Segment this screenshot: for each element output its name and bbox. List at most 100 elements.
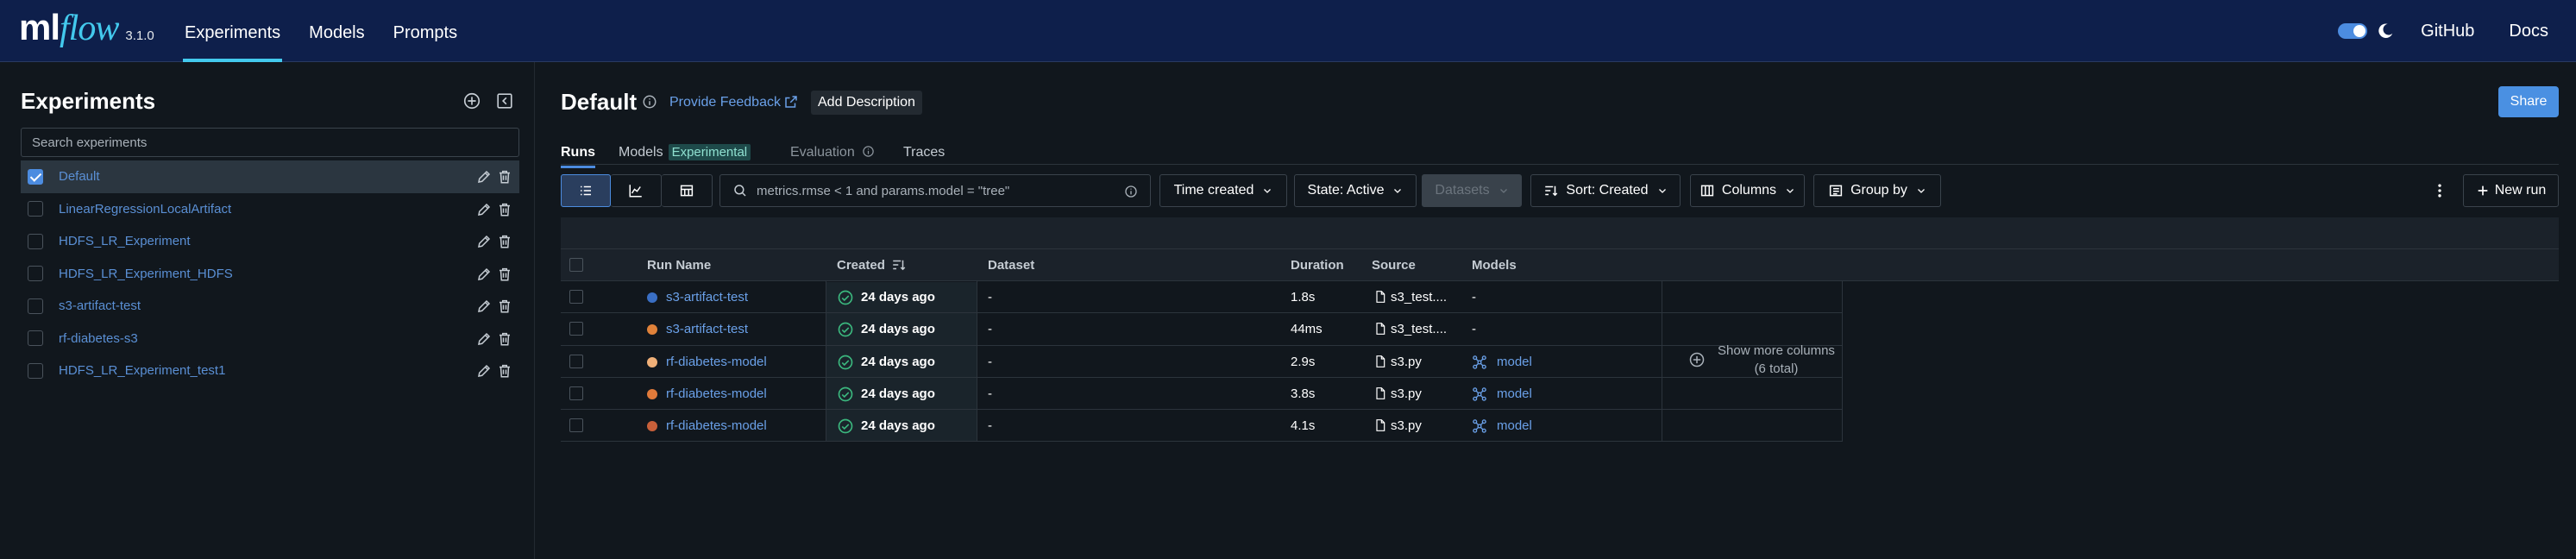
run-name-link[interactable]: rf-diabetes-model: [666, 418, 767, 433]
show-more-columns-button[interactable]: Show more columns (6 total): [1688, 342, 1837, 378]
new-run-button[interactable]: New run: [2463, 174, 2559, 207]
nav-models[interactable]: Models: [309, 0, 364, 62]
experiment-row[interactable]: LinearRegressionLocalArtifact: [21, 193, 519, 226]
tab-traces[interactable]: Traces: [903, 145, 945, 160]
time-created-dropdown[interactable]: Time created: [1159, 174, 1287, 207]
experiment-name[interactable]: rf-diabetes-s3: [59, 331, 138, 346]
experiment-row[interactable]: rf-diabetes-s3: [21, 323, 519, 355]
edit-icon[interactable]: [476, 169, 492, 185]
experiment-checkbox[interactable]: [28, 298, 43, 314]
row-checkbox[interactable]: [569, 386, 583, 400]
experiment-checkbox[interactable]: [28, 266, 43, 282]
run-source[interactable]: s3.py: [1391, 386, 1422, 401]
row-checkbox[interactable]: [569, 354, 583, 368]
select-all-checkbox[interactable]: [569, 258, 583, 272]
experiment-row[interactable]: s3-artifact-test: [21, 290, 519, 323]
table-row[interactable]: s3-artifact-test 24 days ago - 1.8s s3_test.…: [561, 281, 1842, 314]
run-color-dot[interactable]: [647, 324, 657, 336]
run-color-dot[interactable]: [647, 388, 657, 399]
info-icon[interactable]: [642, 94, 657, 110]
header-models[interactable]: Models: [1472, 258, 1517, 273]
edit-icon[interactable]: [476, 234, 492, 249]
edit-icon[interactable]: [476, 331, 492, 347]
filter-info-icon[interactable]: [1124, 185, 1138, 198]
edit-icon[interactable]: [476, 202, 492, 217]
experiment-checkbox[interactable]: [28, 201, 43, 217]
nav-prompts[interactable]: Prompts: [393, 0, 457, 62]
run-color-dot[interactable]: [647, 356, 657, 367]
group-by-dropdown[interactable]: Group by: [1813, 174, 1941, 207]
table-row[interactable]: rf-diabetes-model 24 days ago - 2.9s s3.py mo…: [561, 346, 1842, 378]
table-row[interactable]: rf-diabetes-model 24 days ago - 4.1s s3.py mo…: [561, 410, 1842, 443]
experiment-row[interactable]: HDFS_LR_Experiment_HDFS: [21, 258, 519, 291]
trash-icon[interactable]: [497, 298, 512, 314]
header-duration[interactable]: Duration: [1291, 258, 1344, 273]
run-source[interactable]: s3.py: [1391, 355, 1422, 369]
trash-icon[interactable]: [497, 363, 512, 379]
add-description-button[interactable]: Add Description: [811, 91, 922, 115]
chart-view-button[interactable]: [611, 174, 662, 207]
run-model-link[interactable]: model: [1497, 355, 1532, 369]
header-created[interactable]: Created: [837, 258, 885, 273]
trash-icon[interactable]: [497, 202, 512, 217]
experiment-checkbox[interactable]: [28, 233, 43, 249]
experiment-checkbox[interactable]: [28, 168, 43, 185]
header-source[interactable]: Source: [1372, 258, 1416, 273]
experiment-checkbox[interactable]: [28, 362, 43, 379]
collapse-sidebar-icon[interactable]: [495, 91, 514, 110]
sort-dropdown[interactable]: Sort: Created: [1530, 174, 1681, 207]
row-checkbox[interactable]: [569, 418, 583, 433]
nav-experiments[interactable]: Experiments: [182, 0, 283, 62]
experiment-name[interactable]: HDFS_LR_Experiment_HDFS: [59, 267, 233, 281]
run-source[interactable]: s3_test....: [1391, 290, 1447, 305]
state-dropdown[interactable]: State: Active: [1294, 174, 1417, 207]
provide-feedback-link[interactable]: Provide Feedback: [669, 95, 781, 110]
columns-dropdown[interactable]: Columns: [1690, 174, 1805, 207]
experiment-name[interactable]: HDFS_LR_Experiment: [59, 234, 191, 248]
search-experiments-input[interactable]: [21, 128, 519, 157]
run-name-link[interactable]: s3-artifact-test: [666, 322, 748, 336]
trash-icon[interactable]: [497, 169, 512, 185]
github-link[interactable]: GitHub: [2421, 22, 2474, 41]
trash-icon[interactable]: [497, 331, 512, 347]
edit-icon[interactable]: [476, 298, 492, 314]
experiment-checkbox[interactable]: [28, 330, 43, 347]
experiment-name[interactable]: HDFS_LR_Experiment_test1: [59, 363, 225, 378]
trash-icon[interactable]: [497, 234, 512, 249]
sort-descending-icon[interactable]: [891, 257, 907, 273]
experiment-name[interactable]: Default: [59, 169, 100, 184]
header-run-name[interactable]: Run Name: [647, 258, 711, 273]
run-source[interactable]: s3_test....: [1391, 322, 1447, 336]
run-name-link[interactable]: rf-diabetes-model: [666, 386, 767, 401]
experiment-row[interactable]: HDFS_LR_Experiment: [21, 225, 519, 258]
run-color-dot[interactable]: [647, 421, 657, 432]
docs-link[interactable]: Docs: [2509, 22, 2548, 41]
trash-icon[interactable]: [497, 267, 512, 282]
experiment-name[interactable]: LinearRegressionLocalArtifact: [59, 202, 231, 217]
list-view-button[interactable]: [561, 174, 611, 207]
run-color-dot[interactable]: [647, 292, 657, 303]
edit-icon[interactable]: [476, 363, 492, 379]
runs-search-input[interactable]: [757, 183, 1119, 198]
run-model-link[interactable]: model: [1497, 418, 1532, 433]
kebab-menu-icon[interactable]: [2431, 182, 2448, 199]
tab-models[interactable]: Models Experimental: [619, 144, 751, 160]
run-source[interactable]: s3.py: [1391, 418, 1422, 433]
table-row[interactable]: rf-diabetes-model 24 days ago - 3.8s s3.py mo…: [561, 378, 1842, 411]
tab-runs[interactable]: Runs: [561, 145, 595, 168]
row-checkbox[interactable]: [569, 322, 583, 336]
edit-icon[interactable]: [476, 267, 492, 282]
tab-evaluation[interactable]: Evaluation: [790, 145, 875, 160]
dark-mode-toggle[interactable]: [2338, 23, 2368, 39]
run-name-link[interactable]: rf-diabetes-model: [666, 355, 767, 369]
header-dataset[interactable]: Dataset: [988, 258, 1034, 273]
experiment-row[interactable]: HDFS_LR_Experiment_test1: [21, 355, 519, 387]
share-button[interactable]: Share: [2498, 86, 2559, 117]
table-row[interactable]: s3-artifact-test 24 days ago - 44ms s3_test.…: [561, 313, 1842, 346]
experiment-row[interactable]: Default: [21, 160, 519, 193]
add-experiment-icon[interactable]: [462, 91, 481, 110]
run-name-link[interactable]: s3-artifact-test: [666, 290, 748, 305]
run-model-link[interactable]: model: [1497, 386, 1532, 401]
experiment-name[interactable]: s3-artifact-test: [59, 298, 141, 313]
table-view-button[interactable]: [662, 174, 713, 207]
